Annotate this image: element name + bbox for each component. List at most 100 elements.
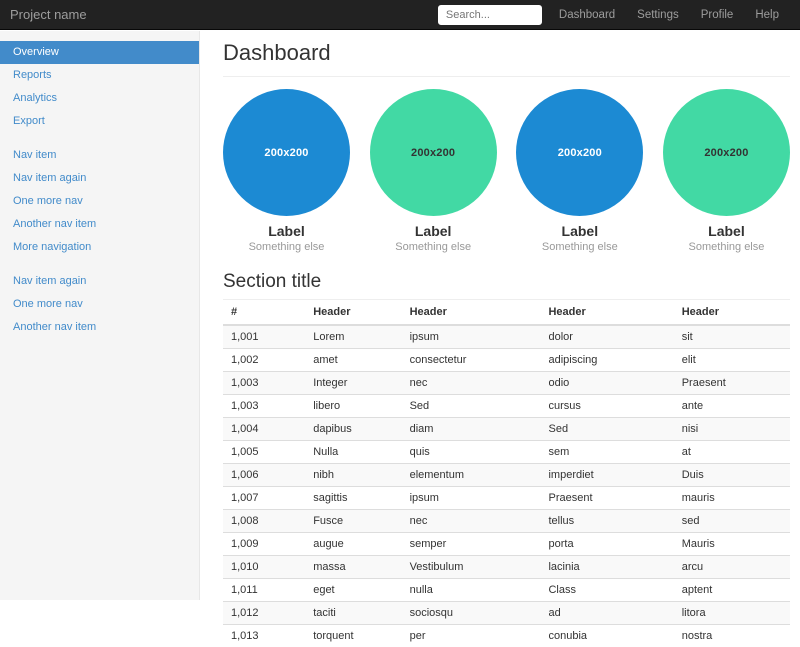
table-cell: 1,007 xyxy=(223,487,305,510)
navbar-link-dashboard[interactable]: Dashboard xyxy=(548,9,626,21)
data-table: #HeaderHeaderHeaderHeader 1,001Loremipsu… xyxy=(223,300,790,647)
table-cell: 1,009 xyxy=(223,533,305,556)
navbar-link-profile[interactable]: Profile xyxy=(690,9,745,21)
sidebar-item-nav-item[interactable]: Nav item xyxy=(0,144,199,167)
table-row: 1,011egetnullaClassaptent xyxy=(223,579,790,602)
placeholder-card: 200x200 LabelSomething else xyxy=(223,89,350,254)
column-header: Header xyxy=(540,300,673,325)
table-cell: Mauris xyxy=(674,533,790,556)
brand-title[interactable]: Project name xyxy=(10,7,87,22)
placeholder-sublabel: Something else xyxy=(689,241,765,254)
sidebar-item-one-more-nav[interactable]: One more nav xyxy=(0,293,199,316)
sidebar-item-analytics[interactable]: Analytics xyxy=(0,87,199,110)
navbar-link-settings[interactable]: Settings xyxy=(626,9,690,21)
sidebar-item-nav-item-again[interactable]: Nav item again xyxy=(0,270,199,293)
table-body: 1,001Loremipsumdolorsit1,002ametconsecte… xyxy=(223,325,790,647)
table-cell: 1,004 xyxy=(223,418,305,441)
table-cell: 1,001 xyxy=(223,325,305,349)
search-input[interactable] xyxy=(438,5,542,25)
table-cell: 1,005 xyxy=(223,441,305,464)
table-cell: Class xyxy=(540,579,673,602)
sidebar-item-export[interactable]: Export xyxy=(0,110,199,133)
placeholder-label: Label xyxy=(415,223,452,240)
table-cell: nulla xyxy=(402,579,541,602)
navbar-links: DashboardSettingsProfileHelp xyxy=(548,9,790,21)
table-row: 1,007sagittisipsumPraesentmauris xyxy=(223,487,790,510)
table-row: 1,002ametconsecteturadipiscingelit xyxy=(223,349,790,372)
table-cell: ipsum xyxy=(402,325,541,349)
table-cell: libero xyxy=(305,395,401,418)
table-cell: elementum xyxy=(402,464,541,487)
table-cell: 1,008 xyxy=(223,510,305,533)
sidebar-group: Nav itemNav item againOne more navAnothe… xyxy=(0,144,199,259)
table-cell: 1,006 xyxy=(223,464,305,487)
table-row: 1,008Fuscenectellussed xyxy=(223,510,790,533)
table-cell: Praesent xyxy=(674,372,790,395)
table-cell: nec xyxy=(402,372,541,395)
table-cell: consectetur xyxy=(402,349,541,372)
table-row: 1,005Nullaquissemat xyxy=(223,441,790,464)
placeholder-label: Label xyxy=(562,223,599,240)
table-cell: augue xyxy=(305,533,401,556)
table-row: 1,001Loremipsumdolorsit xyxy=(223,325,790,349)
table-cell: at xyxy=(674,441,790,464)
table-cell: cursus xyxy=(540,395,673,418)
table-cell: imperdiet xyxy=(540,464,673,487)
placeholder-sublabel: Something else xyxy=(395,241,471,254)
table-cell: sit xyxy=(674,325,790,349)
table-cell: 1,003 xyxy=(223,395,305,418)
table-cell: sagittis xyxy=(305,487,401,510)
table-cell: quis xyxy=(402,441,541,464)
placeholder-label: Label xyxy=(268,223,305,240)
table-cell: dapibus xyxy=(305,418,401,441)
sidebar-item-more-navigation[interactable]: More navigation xyxy=(0,236,199,259)
table-cell: mauris xyxy=(674,487,790,510)
table-cell: massa xyxy=(305,556,401,579)
table-cell: ad xyxy=(540,602,673,625)
table-row: 1,009auguesemperportaMauris xyxy=(223,533,790,556)
table-cell: amet xyxy=(305,349,401,372)
table-cell: Sed xyxy=(540,418,673,441)
table-cell: nisi xyxy=(674,418,790,441)
placeholder-card: 200x200 LabelSomething else xyxy=(370,89,497,254)
table-cell: nostra xyxy=(674,625,790,647)
table-cell: taciti xyxy=(305,602,401,625)
navbar-right: DashboardSettingsProfileHelp xyxy=(438,5,790,25)
sidebar-item-another-nav-item[interactable]: Another nav item xyxy=(0,213,199,236)
table-cell: litora xyxy=(674,602,790,625)
table-cell: per xyxy=(402,625,541,647)
sidebar-group: OverviewReportsAnalyticsExport xyxy=(0,41,199,133)
sidebar-item-overview[interactable]: Overview xyxy=(0,41,199,64)
table-row: 1,012tacitisociosquadlitora xyxy=(223,602,790,625)
table-row: 1,003IntegernecodioPraesent xyxy=(223,372,790,395)
sidebar-item-nav-item-again[interactable]: Nav item again xyxy=(0,167,199,190)
table-cell: sed xyxy=(674,510,790,533)
table-cell: Integer xyxy=(305,372,401,395)
table-cell: torquent xyxy=(305,625,401,647)
table-cell: dolor xyxy=(540,325,673,349)
placeholder-image: 200x200 xyxy=(370,89,497,216)
table-cell: 1,010 xyxy=(223,556,305,579)
table-cell: Vestibulum xyxy=(402,556,541,579)
table-cell: Lorem xyxy=(305,325,401,349)
table-cell: sem xyxy=(540,441,673,464)
placeholder-sublabel: Something else xyxy=(249,241,325,254)
table-cell: nibh xyxy=(305,464,401,487)
sidebar-item-one-more-nav[interactable]: One more nav xyxy=(0,190,199,213)
sidebar-item-another-nav-item[interactable]: Another nav item xyxy=(0,316,199,339)
main-content: Dashboard 200x200LabelSomething else200x… xyxy=(201,0,800,647)
table-cell: lacinia xyxy=(540,556,673,579)
table-cell: odio xyxy=(540,372,673,395)
placeholder-image: 200x200 xyxy=(223,89,350,216)
navbar-link-help[interactable]: Help xyxy=(744,9,790,21)
table-row: 1,013torquentperconubianostra xyxy=(223,625,790,647)
table-cell: Fusce xyxy=(305,510,401,533)
table-cell: elit xyxy=(674,349,790,372)
table-cell: adipiscing xyxy=(540,349,673,372)
table-cell: arcu xyxy=(674,556,790,579)
table-cell: 1,012 xyxy=(223,602,305,625)
section-title: Section title xyxy=(223,270,790,300)
table-cell: nec xyxy=(402,510,541,533)
sidebar-item-reports[interactable]: Reports xyxy=(0,64,199,87)
table-cell: Sed xyxy=(402,395,541,418)
